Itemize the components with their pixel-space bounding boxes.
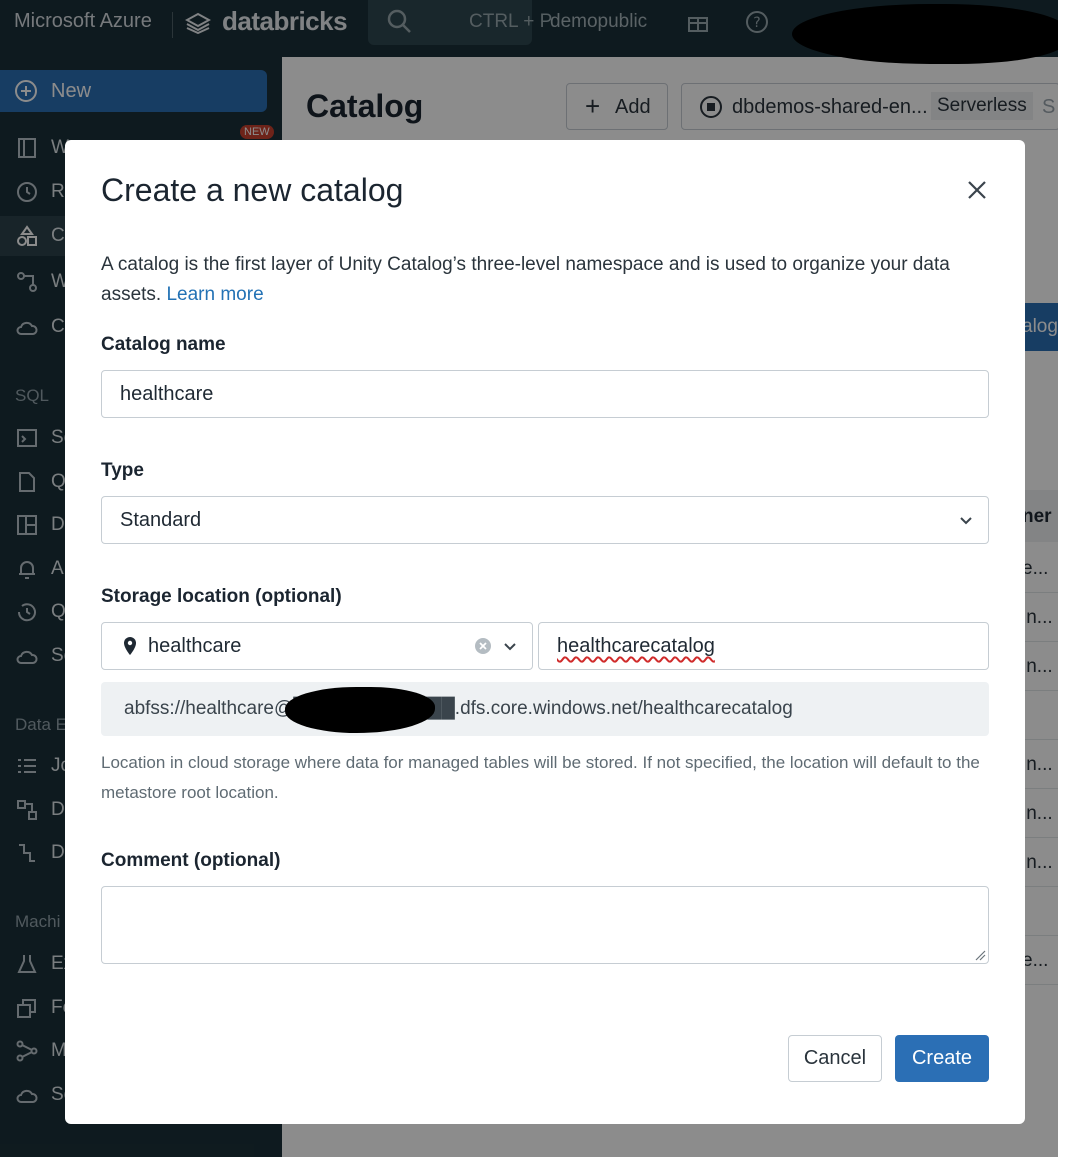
type-value: Standard — [120, 509, 202, 531]
catalog-name-value: healthcare — [120, 383, 214, 405]
comment-label: Comment (optional) — [101, 850, 281, 871]
catalog-name-label: Catalog name — [101, 334, 226, 355]
comment-textarea[interactable] — [101, 886, 989, 964]
storage-location-value: healthcare — [148, 635, 242, 657]
close-icon[interactable] — [961, 174, 993, 206]
dialog-title: Create a new catalog — [101, 172, 404, 208]
storage-help-text: Location in cloud storage where data for… — [101, 753, 980, 802]
page-edge — [1058, 0, 1068, 1157]
storage-location-select[interactable]: healthcare — [101, 622, 533, 670]
clear-icon[interactable] — [474, 637, 492, 655]
dialog-description: A catalog is the first layer of Unity Ca… — [101, 250, 991, 310]
chevron-down-icon — [960, 517, 972, 525]
catalog-name-input[interactable]: healthcare — [101, 370, 989, 418]
storage-subpath-value: healthcarecatalog — [557, 635, 715, 657]
resolved-storage-path: abfss://healthcare@████████████.dfs.core… — [101, 682, 989, 736]
storage-location-label: Storage location (optional) — [101, 586, 342, 607]
storage-subpath-input[interactable]: healthcarecatalog — [538, 622, 989, 670]
type-label: Type — [101, 460, 144, 481]
resolved-path-text: abfss://healthcare@████████████.dfs.core… — [124, 698, 793, 719]
create-button[interactable]: Create — [895, 1035, 989, 1082]
learn-more-link[interactable]: Learn more — [166, 284, 263, 305]
location-pin-icon — [124, 637, 136, 655]
type-select[interactable]: Standard — [101, 496, 989, 544]
cancel-button[interactable]: Cancel — [788, 1035, 882, 1082]
chevron-down-icon[interactable] — [502, 638, 518, 654]
create-catalog-dialog: Create a new catalog A catalog is the fi… — [65, 140, 1025, 1124]
resize-handle-icon[interactable] — [974, 949, 986, 961]
